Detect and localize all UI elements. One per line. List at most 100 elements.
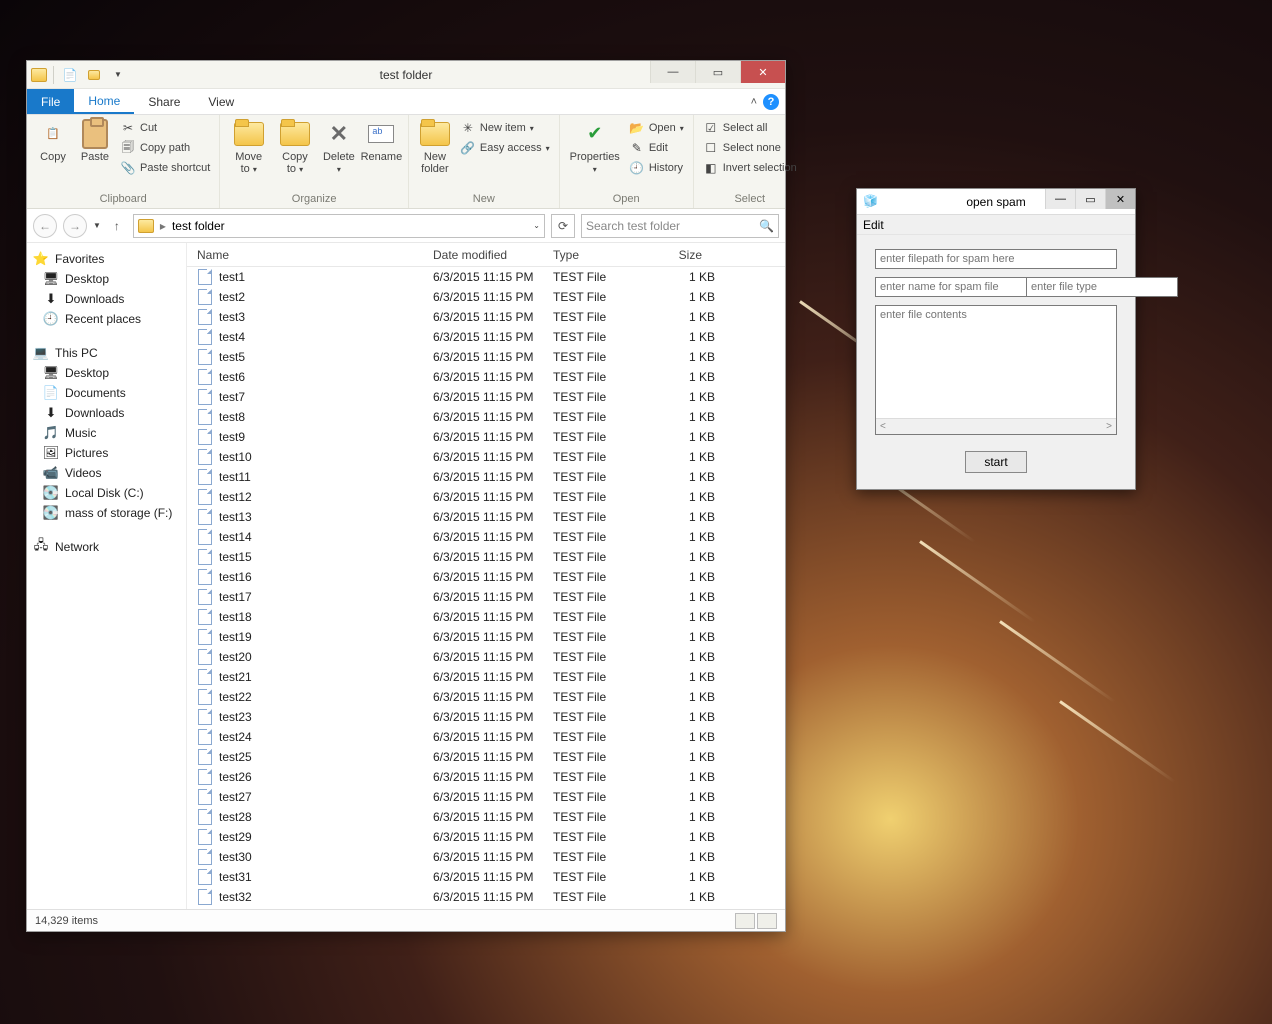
- invert-selection-button[interactable]: ◧Invert selection: [700, 159, 800, 177]
- navigation-pane[interactable]: ⭐Favorites 🖥Desktop⬇Downloads🕘Recent pla…: [27, 243, 187, 909]
- address-dropdown[interactable]: ⌄: [533, 221, 540, 230]
- copy-to-button[interactable]: Copy to ▾: [273, 117, 317, 177]
- file-row[interactable]: test26/3/2015 11:15 PMTEST File1 KB: [187, 287, 785, 307]
- file-row[interactable]: test106/3/2015 11:15 PMTEST File1 KB: [187, 447, 785, 467]
- menu-edit[interactable]: Edit: [863, 218, 884, 232]
- close-button[interactable]: ✕: [740, 61, 785, 83]
- sidebar-item[interactable]: 📹Videos: [27, 463, 186, 483]
- spam-minimize-button[interactable]: —: [1045, 189, 1075, 209]
- horizontal-scrollbar[interactable]: <>: [876, 418, 1116, 434]
- file-row[interactable]: test266/3/2015 11:15 PMTEST File1 KB: [187, 767, 785, 787]
- file-row[interactable]: test276/3/2015 11:15 PMTEST File1 KB: [187, 787, 785, 807]
- file-row[interactable]: test286/3/2015 11:15 PMTEST File1 KB: [187, 807, 785, 827]
- file-row[interactable]: test36/3/2015 11:15 PMTEST File1 KB: [187, 307, 785, 327]
- file-row[interactable]: test196/3/2015 11:15 PMTEST File1 KB: [187, 627, 785, 647]
- file-row[interactable]: test326/3/2015 11:15 PMTEST File1 KB: [187, 887, 785, 907]
- tab-home[interactable]: Home: [74, 89, 134, 114]
- file-row[interactable]: test206/3/2015 11:15 PMTEST File1 KB: [187, 647, 785, 667]
- minimize-button[interactable]: —: [650, 61, 695, 83]
- file-row[interactable]: test226/3/2015 11:15 PMTEST File1 KB: [187, 687, 785, 707]
- file-row[interactable]: test186/3/2015 11:15 PMTEST File1 KB: [187, 607, 785, 627]
- file-row[interactable]: test246/3/2015 11:15 PMTEST File1 KB: [187, 727, 785, 747]
- new-item-button[interactable]: ✳New item ▾: [457, 119, 553, 137]
- sidebar-item[interactable]: 🖥Desktop: [27, 363, 186, 383]
- move-to-button[interactable]: Move to ▾: [226, 117, 271, 177]
- select-none-button[interactable]: ☐Select none: [700, 139, 800, 157]
- sidebar-item[interactable]: 📄Documents: [27, 383, 186, 403]
- sidebar-item[interactable]: ⬇Downloads: [27, 403, 186, 423]
- delete-button[interactable]: ✕Delete ▾: [319, 117, 359, 177]
- sidebar-item[interactable]: 🎵Music: [27, 423, 186, 443]
- spam-titlebar[interactable]: 🧊 open spam — ▭ ✕: [857, 189, 1135, 215]
- select-all-button[interactable]: ☑Select all: [700, 119, 800, 137]
- back-button[interactable]: ←: [33, 214, 57, 238]
- sidebar-item[interactable]: 🖼Pictures: [27, 443, 186, 463]
- sidebar-item[interactable]: 🖥Desktop: [27, 269, 186, 289]
- history-button[interactable]: 🕘History: [626, 159, 687, 177]
- file-row[interactable]: test96/3/2015 11:15 PMTEST File1 KB: [187, 427, 785, 447]
- easy-access-button[interactable]: 🔗Easy access ▾: [457, 139, 553, 157]
- column-type[interactable]: Type: [553, 248, 659, 262]
- file-row[interactable]: test126/3/2015 11:15 PMTEST File1 KB: [187, 487, 785, 507]
- file-list[interactable]: test16/3/2015 11:15 PMTEST File1 KBtest2…: [187, 267, 785, 909]
- column-size[interactable]: Size: [659, 248, 733, 262]
- up-button[interactable]: ↑: [107, 216, 127, 236]
- sidebar-this-pc-head[interactable]: 💻This PC: [27, 343, 186, 363]
- file-row[interactable]: test296/3/2015 11:15 PMTEST File1 KB: [187, 827, 785, 847]
- rename-button[interactable]: Rename: [361, 117, 402, 165]
- search-input[interactable]: Search test folder 🔍: [581, 214, 779, 238]
- sidebar-network-head[interactable]: 🖧Network: [27, 537, 186, 557]
- file-row[interactable]: test116/3/2015 11:15 PMTEST File1 KB: [187, 467, 785, 487]
- edit-button[interactable]: ✎Edit: [626, 139, 687, 157]
- file-row[interactable]: test166/3/2015 11:15 PMTEST File1 KB: [187, 567, 785, 587]
- breadcrumb[interactable]: test folder: [172, 219, 225, 233]
- collapse-ribbon-icon[interactable]: ˄: [751, 96, 757, 108]
- file-row[interactable]: test56/3/2015 11:15 PMTEST File1 KB: [187, 347, 785, 367]
- filename-input[interactable]: [875, 277, 1026, 297]
- qat-customize-dropdown[interactable]: ▼: [108, 65, 128, 85]
- file-row[interactable]: test176/3/2015 11:15 PMTEST File1 KB: [187, 587, 785, 607]
- spam-maximize-button[interactable]: ▭: [1075, 189, 1105, 209]
- window-titlebar[interactable]: 📄 ▼ test folder — ▭ ✕: [27, 61, 785, 89]
- file-row[interactable]: test86/3/2015 11:15 PMTEST File1 KB: [187, 407, 785, 427]
- start-button[interactable]: start: [965, 451, 1026, 473]
- file-row[interactable]: test236/3/2015 11:15 PMTEST File1 KB: [187, 707, 785, 727]
- file-row[interactable]: test146/3/2015 11:15 PMTEST File1 KB: [187, 527, 785, 547]
- qat-newfolder-icon[interactable]: [84, 65, 104, 85]
- column-name[interactable]: Name: [197, 248, 433, 262]
- file-row[interactable]: test76/3/2015 11:15 PMTEST File1 KB: [187, 387, 785, 407]
- sidebar-item[interactable]: 💽Local Disk (C:): [27, 483, 186, 503]
- file-row[interactable]: test136/3/2015 11:15 PMTEST File1 KB: [187, 507, 785, 527]
- icons-view-button[interactable]: [757, 913, 777, 929]
- forward-button[interactable]: →: [63, 214, 87, 238]
- open-button[interactable]: 📂Open ▾: [626, 119, 687, 137]
- file-row[interactable]: test46/3/2015 11:15 PMTEST File1 KB: [187, 327, 785, 347]
- address-bar[interactable]: ▸ test folder ⌄: [133, 214, 545, 238]
- history-dropdown[interactable]: ▼: [93, 221, 101, 230]
- file-row[interactable]: test216/3/2015 11:15 PMTEST File1 KB: [187, 667, 785, 687]
- sidebar-favorites-head[interactable]: ⭐Favorites: [27, 249, 186, 269]
- file-row[interactable]: test306/3/2015 11:15 PMTEST File1 KB: [187, 847, 785, 867]
- details-view-button[interactable]: [735, 913, 755, 929]
- help-icon[interactable]: ?: [763, 94, 779, 110]
- copy-path-button[interactable]: 🗐Copy path: [117, 139, 213, 157]
- maximize-button[interactable]: ▭: [695, 61, 740, 83]
- file-row[interactable]: test256/3/2015 11:15 PMTEST File1 KB: [187, 747, 785, 767]
- file-row[interactable]: test156/3/2015 11:15 PMTEST File1 KB: [187, 547, 785, 567]
- sidebar-item[interactable]: ⬇Downloads: [27, 289, 186, 309]
- tab-share[interactable]: Share: [134, 89, 194, 114]
- file-row[interactable]: test16/3/2015 11:15 PMTEST File1 KB: [187, 267, 785, 287]
- sidebar-item[interactable]: 🕘Recent places: [27, 309, 186, 329]
- new-folder-button[interactable]: New folder: [415, 117, 455, 177]
- tab-view[interactable]: View: [194, 89, 248, 114]
- refresh-button[interactable]: ⟳: [551, 214, 575, 238]
- properties-button[interactable]: ✔Properties ▾: [566, 117, 624, 177]
- paste-button[interactable]: Paste: [75, 117, 115, 165]
- qat-properties-icon[interactable]: 📄: [60, 65, 80, 85]
- tab-file[interactable]: File: [27, 89, 74, 114]
- filetype-input[interactable]: [1026, 277, 1178, 297]
- paste-shortcut-button[interactable]: 📎Paste shortcut: [117, 159, 213, 177]
- column-date[interactable]: Date modified: [433, 248, 553, 262]
- file-row[interactable]: test316/3/2015 11:15 PMTEST File1 KB: [187, 867, 785, 887]
- spam-close-button[interactable]: ✕: [1105, 189, 1135, 209]
